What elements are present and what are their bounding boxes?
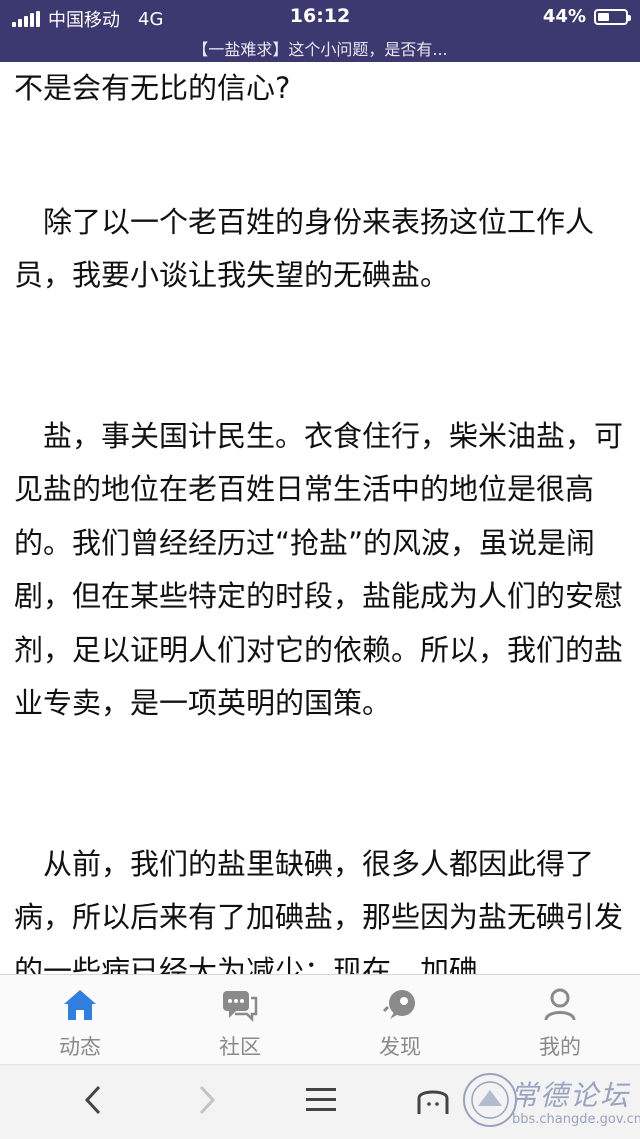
chevron-left-icon [83, 1084, 103, 1120]
signal-icon [12, 11, 40, 27]
article-body[interactable]: 不是会有无比的信心? 除了以一个老百姓的身份来表扬这位工作人员，我要小谈让我失望… [14, 62, 626, 974]
chevron-right-icon [197, 1084, 217, 1120]
back-button[interactable] [68, 1079, 118, 1125]
tab-community[interactable]: 社区 [160, 975, 320, 1065]
tab-mine[interactable]: 我的 [480, 975, 640, 1065]
status-bar: 中国移动 4G 16:12 44% 【一盐难求】这个小问题，是否有... [0, 0, 640, 62]
article-paragraph: 除了以一个老百姓的身份来表扬这位工作人员，我要小谈让我失望的无碘盐。 [14, 204, 595, 293]
watermark-text: 常德论坛 [510, 1079, 631, 1112]
carrier-label: 中国移动 [48, 10, 120, 31]
bottom-tab-bar: 动态 社区 发现 我的 [0, 974, 640, 1065]
tab-discover[interactable]: 发现 [320, 975, 480, 1065]
article-paragraph: 不是会有无比的信心? [14, 71, 291, 105]
article-paragraph: 从前，我们的盐里缺碘，很多人都因此得了病，所以后来有了加碘盐，那些因为盐无碘引发… [14, 846, 624, 975]
tab-label: 发现 [379, 1035, 421, 1059]
user-icon [540, 987, 580, 1023]
status-left: 中国移动 4G [12, 6, 163, 32]
watermark-url: bbs.changde.gov.cn [512, 1112, 640, 1127]
menu-button[interactable] [296, 1079, 346, 1125]
rocket-icon [380, 987, 420, 1023]
tab-label: 动态 [59, 1035, 101, 1059]
battery-percent: 44% [542, 6, 586, 27]
menu-icon [306, 1086, 336, 1118]
tab-label: 我的 [539, 1035, 581, 1059]
article-paragraph: 盐，事关国计民生。衣食住行，柴米油盐，可见盐的地位在老百姓日常生活中的地位是很高… [14, 418, 624, 721]
tab-dynamic[interactable]: 动态 [0, 975, 160, 1065]
page-title: 【一盐难求】这个小问题，是否有... [192, 40, 448, 59]
house-outline-icon [415, 1084, 451, 1120]
home-icon [60, 987, 100, 1023]
network-label: 4G [138, 8, 164, 30]
chat-icon [220, 987, 260, 1023]
status-right: 44% [542, 6, 631, 27]
battery-icon [594, 8, 631, 25]
home-button[interactable] [408, 1079, 458, 1125]
tab-label: 社区 [219, 1035, 261, 1059]
forward-button[interactable] [182, 1079, 232, 1125]
